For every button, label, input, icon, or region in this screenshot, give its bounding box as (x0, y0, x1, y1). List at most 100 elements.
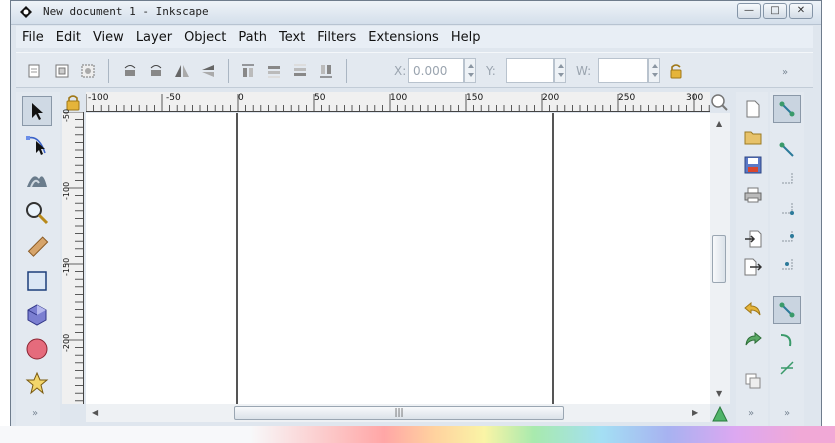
scroll-up-arrow-icon[interactable]: ▲ (716, 119, 722, 128)
menu-path[interactable]: Path (232, 30, 273, 45)
print-icon[interactable] (742, 184, 764, 206)
tweak-icon (27, 176, 47, 188)
menu-edit[interactable]: Edit (50, 30, 87, 45)
scroll-left-arrow-icon[interactable]: ◀ (92, 408, 98, 417)
new-document-icon[interactable] (742, 98, 764, 120)
flip-horizontal-icon[interactable] (172, 61, 192, 81)
zoom-tool[interactable] (22, 198, 52, 228)
select-all-icon[interactable] (24, 61, 44, 81)
duplicate-icon[interactable] (742, 370, 764, 392)
page-border-right (552, 113, 554, 404)
horizontal-scroll-thumb[interactable]: ||| (234, 406, 564, 420)
drawing-canvas[interactable] (86, 113, 710, 404)
ruler-tick-label: 0 (238, 93, 244, 103)
measure-tool[interactable] (22, 232, 52, 262)
vertical-ruler[interactable]: -50 -100 -150 -200 (62, 108, 84, 404)
vertical-scrollbar[interactable]: ▲ ▼ (710, 113, 730, 404)
tweak-tool[interactable] (22, 164, 52, 194)
redo-icon[interactable] (742, 328, 764, 350)
menu-object[interactable]: Object (178, 30, 232, 45)
3d-box-icon (27, 304, 47, 326)
toolbar-separator (228, 59, 229, 83)
select-all-layers-icon[interactable] (52, 61, 72, 81)
menu-filters[interactable]: Filters (311, 30, 362, 45)
maximize-button[interactable]: □ (763, 3, 787, 19)
lower-to-bottom-icon[interactable] (316, 61, 336, 81)
selector-icon (32, 103, 43, 120)
page-border-left (236, 113, 238, 404)
export-icon[interactable] (742, 256, 764, 278)
w-spinner[interactable] (648, 58, 660, 83)
ruler-tick-label: 150 (466, 93, 484, 103)
snap-controls-bar: » (770, 92, 804, 428)
toolbar-separator (346, 59, 347, 83)
deselect-icon[interactable] (78, 61, 98, 81)
menu-help[interactable]: Help (445, 30, 487, 45)
color-manage-icon[interactable] (712, 406, 728, 422)
node-tool[interactable] (22, 130, 52, 160)
snap-overflow-button[interactable]: » (784, 408, 790, 419)
raise-to-top-icon[interactable] (238, 61, 258, 81)
scroll-right-arrow-icon[interactable]: ▶ (692, 408, 698, 417)
scroll-down-arrow-icon[interactable]: ▼ (716, 389, 722, 398)
menu-view[interactable]: View (87, 30, 130, 45)
open-icon[interactable] (742, 126, 764, 148)
rotate-ccw-icon[interactable] (120, 61, 140, 81)
snap-bbox-midpoint-icon[interactable] (773, 222, 801, 250)
ruler-tick-label: 100 (390, 93, 408, 103)
x-label: X: (394, 64, 407, 78)
ruler-tick-label: -150 (62, 257, 71, 276)
menu-layer[interactable]: Layer (130, 30, 178, 45)
horizontal-scrollbar[interactable]: ◀ ||| ▶ (86, 404, 710, 422)
window-controls: — □ ✕ (737, 3, 813, 19)
save-icon[interactable] (742, 154, 764, 176)
minimize-button[interactable]: — (737, 3, 761, 19)
snap-path-icon[interactable] (773, 326, 801, 354)
raise-icon[interactable] (264, 61, 284, 81)
close-button[interactable]: ✕ (789, 3, 813, 19)
circle-icon (26, 338, 48, 360)
title-bar[interactable]: New document 1 - Inkscape — □ ✕ (11, 1, 821, 25)
ruler-tick-label: -50 (166, 93, 181, 103)
ruler-tick-label: -50 (62, 108, 71, 122)
snap-bbox-corner-icon[interactable] (773, 194, 801, 222)
snap-nodes-icon[interactable] (773, 296, 801, 324)
rectangle-tool[interactable] (22, 266, 52, 296)
lock-ratio-icon[interactable] (666, 61, 686, 81)
commands-overflow-button[interactable]: » (748, 408, 754, 419)
snap-bbox-center-icon[interactable] (773, 250, 801, 278)
circle-tool[interactable] (22, 334, 52, 364)
menu-file[interactable]: File (16, 30, 50, 45)
snap-enable-icon[interactable] (773, 95, 801, 123)
flip-vertical-icon[interactable] (198, 61, 218, 81)
lower-icon[interactable] (290, 61, 310, 81)
vertical-scroll-thumb[interactable] (712, 235, 726, 283)
tool-controls-bar: X: 0.000 Y: W: » (16, 52, 813, 88)
zoom-corner-icon[interactable] (710, 93, 728, 111)
import-icon[interactable] (742, 228, 764, 250)
star-icon (25, 371, 49, 395)
snap-intersection-icon[interactable] (773, 354, 801, 382)
3d-box-tool[interactable] (22, 300, 52, 330)
snap-bbox-icon[interactable] (773, 136, 801, 164)
y-field[interactable] (506, 58, 554, 83)
ruler-tick-label: -100 (88, 93, 109, 103)
snap-bbox-edge-icon[interactable] (773, 164, 801, 192)
inkscape-logo-icon (20, 6, 32, 18)
menu-text[interactable]: Text (273, 30, 311, 45)
menu-extensions[interactable]: Extensions (362, 30, 445, 45)
toolbox-overflow-button[interactable]: » (32, 408, 38, 419)
rotate-cw-icon[interactable] (146, 61, 166, 81)
ruler-tick-label: 200 (542, 93, 560, 103)
horizontal-ruler[interactable]: -100 -50 0 50 100 150 200 250 300 (86, 92, 710, 112)
x-spinner[interactable] (464, 58, 476, 83)
selector-tool[interactable] (22, 96, 52, 126)
y-spinner[interactable] (554, 58, 566, 83)
x-field[interactable]: 0.000 (408, 58, 464, 83)
star-tool[interactable] (22, 368, 52, 398)
measure-icon (27, 236, 49, 257)
toolbar-overflow-button[interactable]: » (782, 67, 788, 78)
undo-icon[interactable] (742, 298, 764, 320)
w-field[interactable] (598, 58, 648, 83)
toolbar-separator (108, 59, 109, 83)
